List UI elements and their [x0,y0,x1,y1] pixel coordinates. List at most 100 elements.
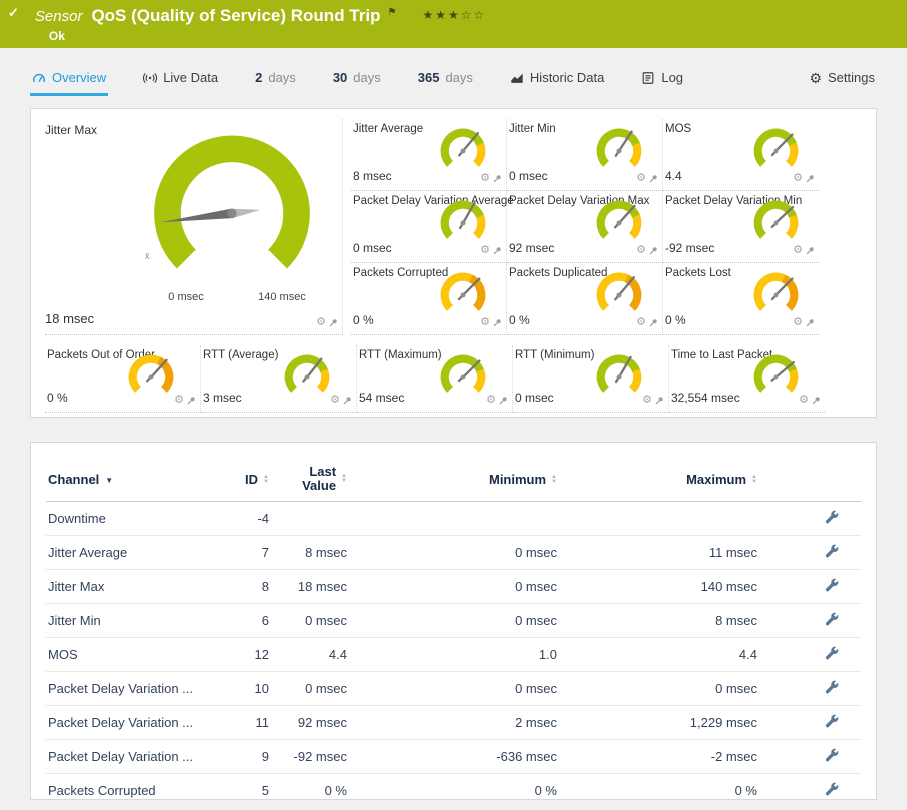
gauge-value: 54 msec [359,391,404,405]
column-header-last-value[interactable]: Last Value▲▼ [271,455,349,502]
channel-settings-icon[interactable] [825,544,839,558]
gear-icon[interactable]: ⚙ [480,245,490,256]
gear-icon[interactable]: ⚙ [799,395,809,406]
tab-log[interactable]: Log [639,64,685,96]
gear-icon[interactable]: ⚙ [330,395,340,406]
gauge-value: 92 msec [509,241,554,255]
channel-name: Jitter Max [46,570,216,604]
gauge-tile: RTT (Maximum)54 msec⚙ [357,345,513,413]
gauge-tile-jitter-max: Jitter Max x̄ 0 msec 140 msec 18 msec ⚙ [45,119,343,335]
gear-icon[interactable]: ⚙ [636,173,646,184]
pin-icon[interactable] [493,318,502,327]
channel-settings-icon[interactable] [825,714,839,728]
tab-overview[interactable]: Overview [30,64,108,96]
channel-name: MOS [46,638,216,672]
priority-stars[interactable]: ★★★☆☆ [422,8,486,22]
channel-last-value: 0 msec [271,672,349,706]
channel-maximum: 11 msec [559,536,759,570]
channel-settings-icon[interactable] [825,782,839,796]
gear-icon[interactable]: ⚙ [793,173,803,184]
tab-historic-data[interactable]: Historic Data [508,64,606,96]
bottom-gauges-grid: Packets Out of Order0 %⚙RTT (Average)3 m… [45,345,862,413]
pin-icon[interactable] [329,318,338,327]
channel-minimum: 0 msec [349,672,559,706]
pin-icon[interactable] [806,318,815,327]
table-row: Packet Delay Variation ...100 msec0 msec… [46,672,861,706]
gauge-dial [749,123,803,177]
channel-settings-icon[interactable] [825,578,839,592]
gauge-tile: Packets Corrupted0 %⚙ [351,263,507,335]
gear-icon[interactable]: ⚙ [316,317,326,328]
channel-settings-icon[interactable] [825,680,839,694]
channel-actions [759,672,861,706]
tab-2-days[interactable]: 2days [253,64,298,96]
channel-minimum: 1.0 [349,638,559,672]
pin-icon[interactable] [806,246,815,255]
channel-settings-icon[interactable] [825,646,839,660]
status-badge: Ok [49,29,486,43]
channel-actions [759,774,861,801]
channel-settings-icon[interactable] [825,748,839,762]
gear-icon[interactable]: ⚙ [480,317,490,328]
historic-icon [510,71,524,85]
gauge-min-label: 0 msec [168,291,203,303]
sort-arrows-icon: ▲▼ [751,475,757,485]
pin-icon[interactable] [655,396,664,405]
tab-settings[interactable]: ⚙Settings [807,64,877,96]
tab-live-data[interactable]: Live Data [141,64,220,96]
pin-icon[interactable] [649,246,658,255]
gear-icon[interactable]: ⚙ [793,317,803,328]
channel-maximum: 0 msec [559,672,759,706]
channel-settings-icon[interactable] [825,612,839,626]
channels-table: Channel▼ ID▲▼ Last Value▲▼ Minimum▲▼ Max… [46,455,861,800]
pin-icon[interactable] [343,396,352,405]
pin-icon[interactable] [649,174,658,183]
gauge-tile: Packets Lost0 %⚙ [663,263,819,335]
column-header-maximum[interactable]: Maximum▲▼ [559,455,759,502]
pin-icon[interactable] [493,246,502,255]
tab-label: days [353,70,380,85]
table-row: Packet Delay Variation ...1192 msec2 mse… [46,706,861,740]
pin-icon[interactable] [499,396,508,405]
gauge-dial [436,267,490,321]
pin-icon[interactable] [806,174,815,183]
channel-name: Jitter Average [46,536,216,570]
gauge-tile: Time to Last Packet32,554 msec⚙ [669,345,825,413]
column-header-minimum[interactable]: Minimum▲▼ [349,455,559,502]
pin-icon[interactable] [187,396,196,405]
pin-icon[interactable] [812,396,821,405]
gauge-tile: Packets Duplicated0 %⚙ [507,263,663,335]
overview-icon [32,71,46,85]
gauge-max-label: 140 msec [258,291,306,303]
gear-icon[interactable]: ⚙ [636,317,646,328]
gauge-value: 0 msec [515,391,554,405]
sort-caret-icon: ▼ [105,476,113,485]
gauge-tile: RTT (Average)3 msec⚙ [201,345,357,413]
column-header-id[interactable]: ID▲▼ [216,455,271,502]
gear-icon[interactable]: ⚙ [174,395,184,406]
gauge-value: 0 msec [509,169,548,183]
pin-icon[interactable] [493,174,502,183]
gauge-value: 18 msec [45,311,94,326]
channel-last-value: 92 msec [271,706,349,740]
column-header-channel[interactable]: Channel▼ [46,455,216,502]
gear-icon[interactable]: ⚙ [486,395,496,406]
gear-icon[interactable]: ⚙ [480,173,490,184]
gear-icon[interactable]: ⚙ [642,395,652,406]
tab-365-days[interactable]: 365days [416,64,475,96]
mean-marker: x̄ [145,251,150,261]
small-gauges-grid: Jitter Average8 msec⚙Jitter Min0 msec⚙MO… [351,119,819,335]
gear-icon[interactable]: ⚙ [793,245,803,256]
channel-id: 11 [216,706,271,740]
channel-minimum: 2 msec [349,706,559,740]
gear-icon[interactable]: ⚙ [636,245,646,256]
flag-icon[interactable]: ⚑ [387,7,396,18]
channel-maximum: 0 % [559,774,759,801]
table-row: MOS124.41.04.4 [46,638,861,672]
page-title: QoS (Quality of Service) Round Trip [91,6,380,26]
tab-30-days[interactable]: 30days [331,64,383,96]
channel-settings-icon[interactable] [825,510,839,524]
tab-bar: Overview Live Data 2days 30days 365days Histo… [30,64,877,96]
channel-actions [759,638,861,672]
pin-icon[interactable] [649,318,658,327]
